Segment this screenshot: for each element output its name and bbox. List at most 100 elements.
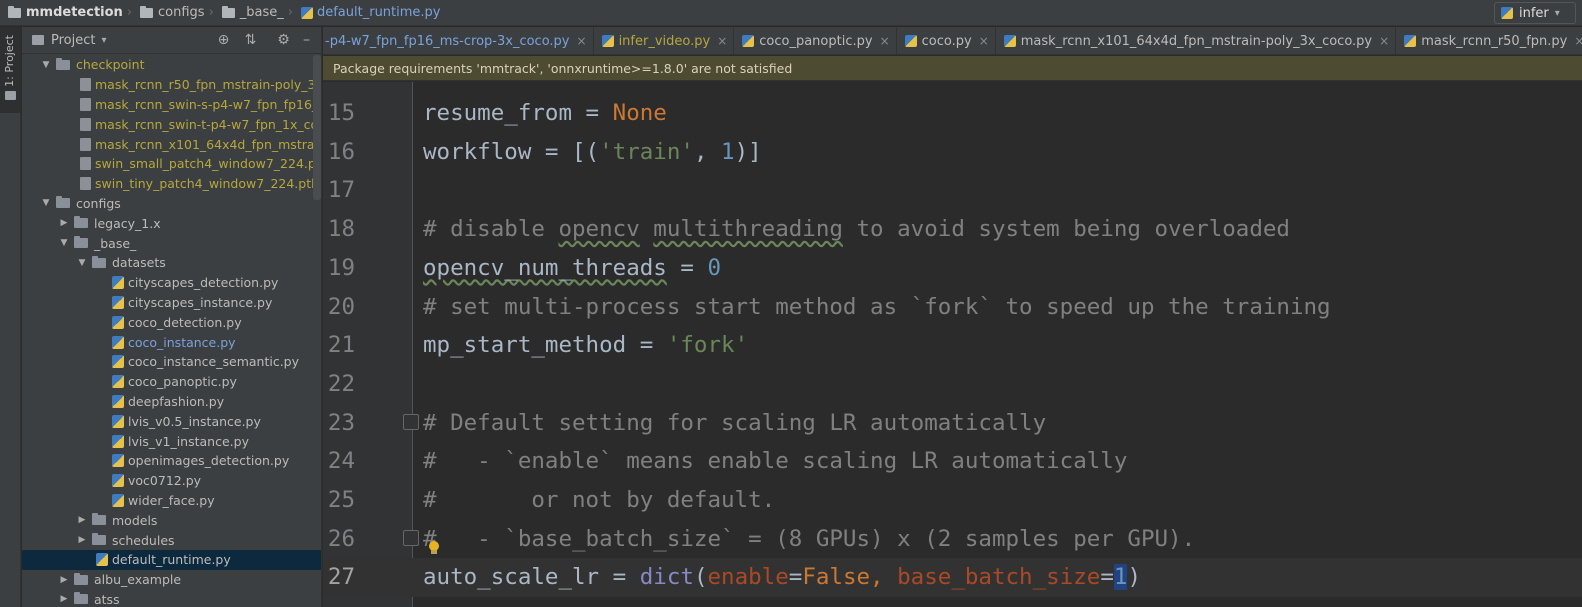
run-configuration-select[interactable]: infer ▾ (1494, 2, 1576, 24)
code-line[interactable]: 17 (323, 171, 1582, 210)
project-panel: Project ▾ ⊕ ⇅ ⚙ – ▼ checkpoint mask_rcnn_r… (22, 27, 322, 607)
code-line[interactable]: 23 # Default setting for scaling LR autom… (323, 404, 1582, 443)
tree-file[interactable]: mask_rcnn_x101_64x4d_fpn_mstrain-po (22, 134, 321, 154)
line-number: 21 (327, 332, 355, 359)
code-line[interactable]: 18 # disable opencv multithreading to avo… (323, 210, 1582, 249)
code-text: # Default setting for scaling LR automat… (423, 404, 1046, 443)
code-editor[interactable]: 14 15 resume_from = None 16 workflow = [('tr… (323, 82, 1582, 607)
tree-file[interactable]: coco_instance_semantic.py (22, 352, 321, 372)
project-view-select[interactable]: Project (51, 33, 95, 48)
close-icon[interactable]: × (979, 34, 989, 48)
folder-icon (74, 572, 88, 585)
tree-file[interactable]: coco_detection.py (22, 312, 321, 332)
code-line[interactable]: 16 workflow = [('train', 1)] (323, 133, 1582, 172)
tree-file[interactable]: mask_rcnn_swin-t-p4-w7_fpn_1x_coco_2 (22, 114, 321, 134)
editor-tab[interactable]: mask_rcnn_r50_fpn.py × (1396, 27, 1582, 54)
code-line[interactable]: 25 # or not by default. (323, 481, 1582, 520)
tree-folder[interactable]: ▶ models (22, 510, 321, 530)
line-number: 26 (327, 525, 355, 552)
code-token: , (693, 138, 722, 165)
breadcrumb-configs[interactable]: configs › (132, 0, 214, 26)
tree-file[interactable]: coco_instance.py (22, 332, 321, 352)
expand-arrow-right-icon[interactable]: ▶ (76, 515, 88, 525)
python-file-icon (112, 493, 124, 507)
tree-file[interactable]: voc0712.py (22, 471, 321, 491)
tree-folder[interactable]: ▶ legacy_1.x (22, 213, 321, 233)
code-line[interactable]: 15 resume_from = None (323, 94, 1582, 133)
tree-file[interactable]: cityscapes_detection.py (22, 273, 321, 293)
tree-folder[interactable]: ▼ datasets (22, 253, 321, 273)
code-text: # or not by default. (423, 481, 775, 520)
tree-file[interactable]: cityscapes_instance.py (22, 293, 321, 313)
breadcrumb-file[interactable]: default_runtime.py (293, 0, 441, 26)
expand-arrow-down-icon[interactable]: ▼ (40, 60, 52, 70)
editor-tab[interactable]: infer_video.py × (594, 27, 735, 54)
fold-marker-icon[interactable] (403, 414, 419, 430)
code-token: # - `enable` means enable scaling LR aut… (423, 448, 1128, 475)
locate-file-icon[interactable]: ⊕ (215, 32, 232, 49)
expand-arrow-down-icon[interactable]: ▼ (58, 238, 70, 248)
fold-marker-icon[interactable] (403, 530, 419, 546)
tree-file[interactable]: mask_rcnn_swin-s-p4-w7_fpn_fp16_ms-c (22, 95, 321, 115)
expand-arrow-right-icon[interactable]: ▶ (58, 575, 70, 585)
code-line[interactable]: 24 # - `enable` means enable scaling LR a… (323, 442, 1582, 481)
tree-folder[interactable]: ▼ configs (22, 194, 321, 214)
code-line[interactable]: 22 (323, 365, 1582, 404)
gear-icon[interactable]: ⚙ (275, 32, 292, 49)
close-icon[interactable]: × (717, 34, 727, 48)
close-icon[interactable]: × (577, 34, 587, 48)
code-token: 'fork' (666, 332, 749, 359)
editor-tab[interactable]: -p4-w7_fpn_fp16_ms-crop-3x_coco.py × (323, 27, 594, 54)
lightbulb-icon[interactable] (428, 541, 440, 555)
tree-file[interactable]: lvis_v1_instance.py (22, 431, 321, 451)
line-number: 20 (327, 293, 355, 320)
tree-item-label: cityscapes_detection.py (128, 275, 279, 291)
code-text: resume_from = None (423, 94, 667, 133)
tree-file[interactable]: wider_face.py (22, 491, 321, 511)
current-code-line[interactable]: 27 auto_scale_lr = dict(enable=False, bas… (323, 558, 1582, 598)
tree-folder[interactable]: ▶ schedules (22, 530, 321, 550)
tree-scrollbar[interactable] (313, 55, 321, 200)
collapse-all-icon[interactable]: ⇅ (242, 32, 259, 49)
tree-folder[interactable]: ▼ checkpoint (22, 55, 321, 75)
code-token: )] (734, 138, 762, 165)
code-line[interactable]: 26 # - `base_batch_size` = (8 GPUs) x (2 … (323, 520, 1582, 559)
tree-item-label: deepfashion.py (128, 393, 225, 409)
close-icon[interactable]: × (1379, 34, 1389, 48)
code-line[interactable]: 21 mp_start_method = 'fork' (323, 326, 1582, 365)
tree-file[interactable]: deepfashion.py (22, 392, 321, 412)
breadcrumb-project[interactable]: mmdetection › (0, 0, 132, 26)
breadcrumb-base[interactable]: _base_ › (214, 0, 293, 26)
editor-tab[interactable]: mask_rcnn_x101_64x4d_fpn_mstrain-poly_3x… (996, 27, 1397, 54)
tree-item-label: checkpoint (76, 57, 145, 73)
hide-panel-icon[interactable]: – (298, 32, 315, 49)
code-line[interactable]: 19 opencv_num_threads = 0 (323, 249, 1582, 288)
tree-file[interactable]: mask_rcnn_r50_fpn_mstrain-poly_3x_coco_ (22, 75, 321, 95)
tree-file[interactable]: swin_tiny_patch4_window7_224.pth (22, 174, 321, 194)
expand-arrow-right-icon[interactable]: ▶ (58, 218, 70, 228)
close-icon[interactable]: × (880, 34, 890, 48)
chevron-down-icon[interactable]: ▾ (101, 35, 106, 46)
code-line[interactable]: 20 # set multi-process start method as `f… (323, 288, 1582, 327)
tree-file[interactable]: lvis_v0.5_instance.py (22, 411, 321, 431)
tree-file[interactable]: coco_panoptic.py (22, 372, 321, 392)
tree-file[interactable]: openimages_detection.py (22, 451, 321, 471)
expand-arrow-right-icon[interactable]: ▶ (58, 594, 70, 604)
tree-file[interactable]: default_runtime.py (22, 549, 321, 570)
python-file-icon (112, 474, 124, 488)
editor-tab[interactable]: coco_panoptic.py × (734, 27, 897, 54)
expand-arrow-down-icon[interactable]: ▼ (76, 258, 88, 268)
tree-folder[interactable]: ▶ atss (22, 590, 321, 607)
tree-folder[interactable]: ▶ albu_example (22, 570, 321, 590)
tree-file[interactable]: swin_small_patch4_window7_224.pth (22, 154, 321, 174)
banner-text: Package requirements 'mmtrack', 'onnxrun… (333, 61, 793, 76)
code-line[interactable]: 14 (323, 82, 1582, 94)
project-tool-button[interactable]: 1: Project (0, 27, 21, 113)
close-icon[interactable]: × (1574, 34, 1582, 48)
code-token: = (1100, 564, 1114, 591)
tree-folder[interactable]: ▼ _base_ (22, 233, 321, 253)
expand-arrow-right-icon[interactable]: ▶ (76, 535, 88, 545)
python-file-icon (1003, 35, 1016, 47)
editor-tab[interactable]: coco.py × (897, 27, 996, 54)
expand-arrow-down-icon[interactable]: ▼ (40, 198, 52, 208)
